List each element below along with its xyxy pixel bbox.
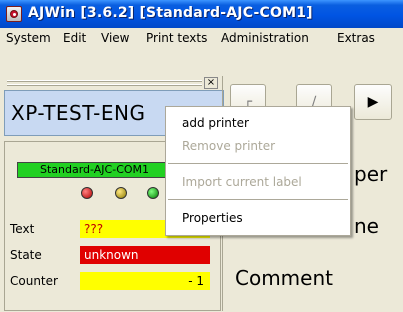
play-icon: ▶ [367,94,379,110]
counter-label: Counter [10,274,58,288]
menu-system[interactable]: System [6,31,51,45]
printer-name[interactable]: XP-TEST-ENG [11,101,145,125]
menu-separator [168,163,348,164]
context-menu: add printer Remove printer Import curren… [165,106,351,236]
state-value: unknown [80,246,210,264]
menu-add-printer[interactable]: add printer [182,116,249,130]
menu-view[interactable]: View [101,31,129,45]
state-label: State [10,248,42,262]
grip-line [7,80,202,82]
counter-value: - 1 [80,272,210,290]
green-led-icon [147,187,159,199]
menu-import-current-label[interactable]: Import current label [182,175,302,189]
menu-separator [168,199,348,200]
menu-properties[interactable]: Properties [182,211,243,225]
red-led-icon [81,187,93,199]
play-button[interactable]: ▶ [354,84,392,120]
title-bar[interactable]: AJWin [3.6.2] [Standard-AJC-COM1] [0,0,403,28]
label-field-type: ne [354,214,379,238]
window-title: AJWin [3.6.2] [Standard-AJC-COM1] [28,5,313,21]
yellow-led-icon [115,187,127,199]
menu-administration[interactable]: Administration [221,31,309,45]
grip-line [7,84,202,86]
menu-extras[interactable]: Extras [337,31,375,45]
comment-label: Comment [235,266,333,290]
config-name: Standard-AJC-COM1 [17,162,177,178]
menu-bar: System Edit View Print texts Administrat… [0,28,403,48]
label-field-name: per [354,162,388,186]
text-label: Text [10,222,35,236]
panel-grip[interactable] [7,78,223,90]
app-icon-dot [13,13,16,16]
printer-icon[interactable] [6,6,22,22]
menu-remove-printer[interactable]: Remove printer [182,139,275,153]
menu-edit[interactable]: Edit [63,31,86,45]
close-icon[interactable]: × [204,77,218,89]
menu-print-texts[interactable]: Print texts [146,31,207,45]
